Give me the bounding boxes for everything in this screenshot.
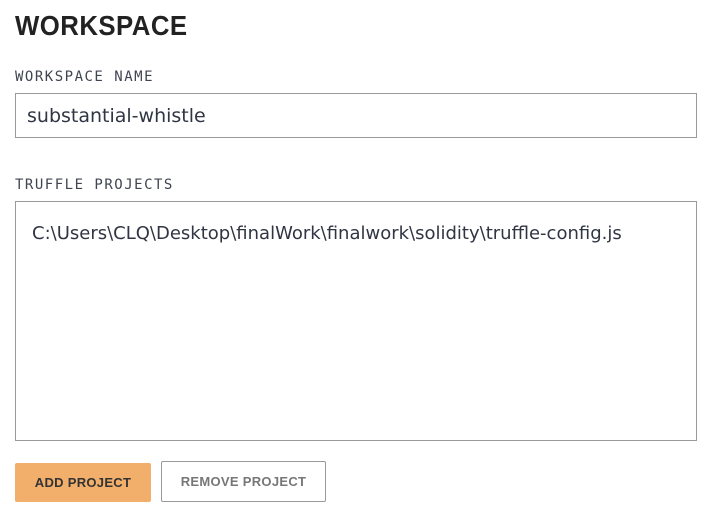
add-project-button[interactable]: ADD PROJECT: [15, 463, 151, 502]
project-item[interactable]: C:\Users\CLQ\Desktop\finalWork\finalwork…: [32, 223, 622, 244]
truffle-projects-list[interactable]: C:\Users\CLQ\Desktop\finalWork\finalwork…: [15, 201, 697, 441]
remove-project-button[interactable]: REMOVE PROJECT: [161, 461, 326, 502]
workspace-name-label: WORKSPACE NAME: [15, 69, 155, 85]
truffle-projects-label: TRUFFLE PROJECTS: [15, 177, 174, 193]
workspace-name-input[interactable]: [15, 93, 697, 138]
page-title: WORKSPACE: [15, 10, 188, 41]
